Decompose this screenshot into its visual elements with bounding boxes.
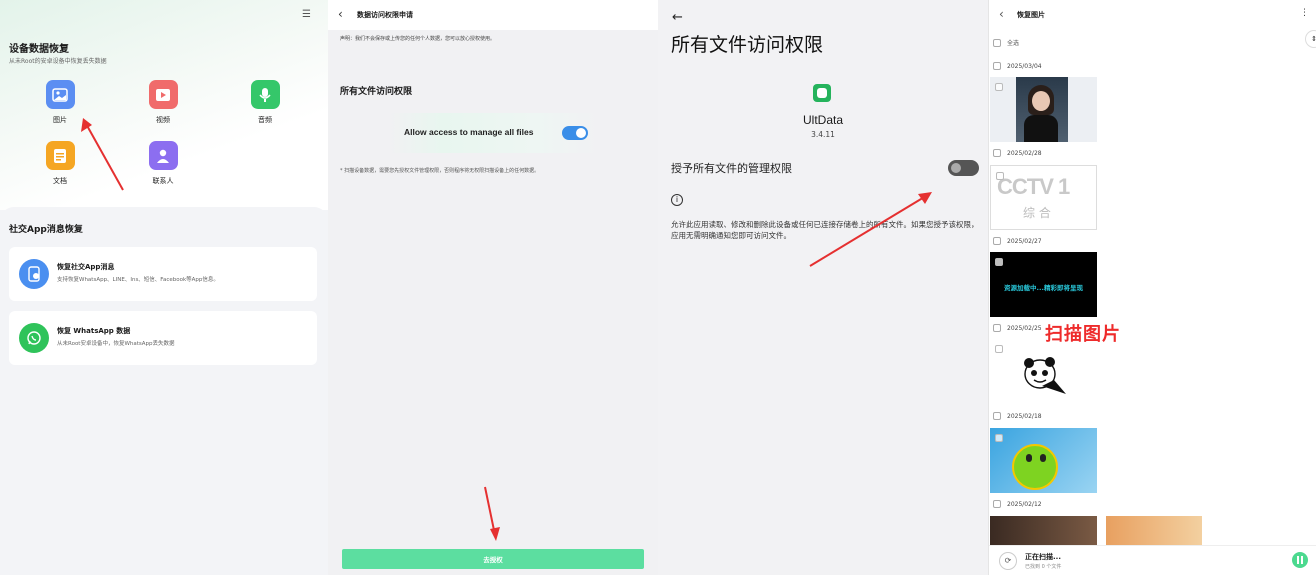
privacy-notice: 声明：我们不会保存或上传您的任何个人数据，您可以放心授权使用。 — [340, 36, 496, 42]
menu-icon[interactable]: ☰ — [302, 9, 314, 20]
back-arrow-icon[interactable]: ← — [672, 10, 683, 25]
permission-description: 允许此应用读取、修改和删除此设备或任何已连接存储卷上的所有文件。如果您授予该权限… — [671, 220, 979, 240]
scan-status-text: 正在扫描... — [1025, 553, 1061, 561]
app-name: UltData — [802, 113, 843, 127]
document-icon — [45, 141, 75, 170]
tile-label: 联系人 — [152, 177, 174, 185]
panda-meme-image — [1024, 357, 1066, 394]
date-group-header[interactable]: 2025/02/25 — [993, 324, 1042, 332]
page-title: 所有文件访问权限 — [671, 34, 824, 56]
permission-note: * 扫描设备数据，需要您先授权文件管理权限，否则程序将无权限扫描设备上的任何数据… — [340, 168, 540, 174]
card-subtitle: 支持恢复WhatsApp、LINE、Ins、短信、Facebook等App信息。 — [57, 277, 219, 283]
tile-images[interactable]: 图片 — [30, 80, 90, 125]
date-checkbox[interactable] — [993, 237, 1001, 245]
select-all-row[interactable]: 全选 — [993, 38, 1019, 47]
date-label: 2025/02/18 — [1007, 412, 1042, 420]
photo-thumbnail[interactable] — [990, 77, 1097, 142]
cctv-logo-text: CCTV 1 — [997, 174, 1070, 199]
scan-status-bar: ⟳ 正在扫描... 已找到 0 个文件 — [989, 545, 1316, 575]
date-group-header[interactable]: 2025/02/12 — [993, 500, 1042, 508]
card-subtitle: 从未Root安卓设备中，恢复WhatsApp丢失数据 — [57, 341, 175, 347]
date-checkbox[interactable] — [993, 324, 1001, 332]
date-checkbox[interactable] — [993, 500, 1001, 508]
back-chevron-icon[interactable]: ‹ — [338, 7, 343, 21]
red-arrow-annotation — [484, 486, 500, 541]
date-group-header[interactable]: 2025/02/27 — [993, 237, 1042, 245]
whatsapp-icon — [19, 323, 49, 353]
grant-permission-label: 授予所有文件的管理权限 — [671, 162, 792, 175]
card-title: 恢复 WhatsApp 数据 — [57, 327, 131, 335]
page-title: 恢复图片 — [1017, 11, 1045, 19]
microphone-icon — [250, 80, 280, 109]
recover-images-panel: ‹ 恢复图片 ⋮ 全选 ⇕ 2025/03/04 2025/02/28 CCTV… — [988, 0, 1316, 575]
photo-checkbox[interactable] — [995, 345, 1003, 353]
select-all-checkbox[interactable] — [993, 38, 1001, 47]
photo-checkbox[interactable] — [995, 83, 1003, 91]
photo-thumbnail[interactable] — [1106, 516, 1202, 546]
photo-thumbnail[interactable] — [990, 516, 1097, 546]
device-section-title: 设备数据恢复 — [9, 44, 69, 55]
date-label: 2025/02/27 — [1007, 237, 1042, 245]
video-icon — [148, 80, 178, 109]
app-icon — [813, 84, 831, 102]
tile-videos[interactable]: 视频 — [133, 80, 193, 125]
tile-label: 音频 — [258, 116, 272, 124]
pause-icon[interactable] — [1292, 552, 1308, 568]
photo-thumbnail[interactable]: 资源加载中...精彩即将呈现 — [990, 252, 1097, 317]
authorize-button[interactable]: 去授权 — [342, 549, 644, 569]
loading-text: 资源加载中...精彩即将呈现 — [1004, 284, 1083, 292]
device-section-subtitle: 从未Root的安卓设备中恢复丢失数据 — [9, 58, 107, 65]
date-label: 2025/02/28 — [1007, 149, 1042, 157]
photo-checkbox[interactable] — [996, 172, 1004, 180]
scan-status-subtext: 已找到 0 个文件 — [1025, 564, 1062, 570]
sort-icon[interactable]: ⇕ — [1305, 30, 1316, 48]
image-icon — [45, 80, 75, 109]
tile-label: 视频 — [156, 116, 170, 124]
card-social-messages[interactable]: 恢复社交App消息 支持恢复WhatsApp、LINE、Ins、短信、Faceb… — [9, 247, 317, 301]
permission-heading: 所有文件访问权限 — [340, 87, 413, 97]
photo-checkbox[interactable] — [995, 258, 1003, 266]
grant-permission-toggle[interactable] — [948, 160, 979, 176]
date-label: 2025/03/04 — [1007, 62, 1042, 70]
chat-app-icon — [19, 259, 49, 289]
spacer — [989, 0, 990, 1]
contact-icon — [148, 141, 178, 170]
more-options-icon[interactable]: ⋮ — [1300, 8, 1309, 18]
permission-request-panel: ‹ 数据访问权限申请 声明：我们不会保存或上传您的任何个人数据，您可以放心授权使… — [328, 0, 658, 575]
date-checkbox[interactable] — [993, 412, 1001, 420]
date-checkbox[interactable] — [993, 62, 1001, 70]
photo-checkbox[interactable] — [995, 434, 1003, 442]
photo-thumbnail[interactable] — [990, 342, 1097, 407]
date-group-header[interactable]: 2025/03/04 — [993, 62, 1042, 70]
cctv-sub-text: 综 合 — [1023, 206, 1051, 220]
system-permission-panel: ← 所有文件访问权限 UltData 3.4.11 授予所有文件的管理权限 i … — [658, 0, 988, 575]
date-checkbox[interactable] — [993, 149, 1001, 157]
tile-contacts[interactable]: 联系人 — [133, 141, 193, 186]
top-bar: ‹ 数据访问权限申请 — [328, 0, 658, 30]
tile-label: 图片 — [53, 116, 67, 124]
tile-audio[interactable]: 音频 — [235, 80, 295, 125]
page-title: 数据访问权限申请 — [357, 11, 413, 19]
allow-access-illustration: Allow access to manage all files — [390, 113, 598, 153]
back-chevron-icon[interactable]: ‹ — [999, 7, 1004, 21]
tile-documents[interactable]: 文档 — [30, 141, 90, 186]
allow-access-label: Allow access to manage all files — [404, 127, 534, 137]
card-whatsapp[interactable]: 恢复 WhatsApp 数据 从未Root安卓设备中，恢复WhatsApp丢失数… — [9, 311, 317, 365]
photo-thumbnail[interactable] — [990, 428, 1097, 493]
social-section-title: 社交App消息恢复 — [9, 225, 83, 235]
scan-progress-icon: ⟳ — [999, 552, 1017, 570]
app-version: 3.4.11 — [811, 130, 835, 139]
date-label: 2025/02/25 — [1007, 324, 1042, 332]
select-all-label: 全选 — [1007, 40, 1020, 47]
tile-label: 文档 — [53, 177, 67, 185]
card-title: 恢复社交App消息 — [57, 263, 115, 271]
device-recovery-panel: ☰ 设备数据恢复 从未Root的安卓设备中恢复丢失数据 图片 视频 音频 文档 … — [0, 0, 328, 575]
date-label: 2025/02/12 — [1007, 500, 1042, 508]
info-icon: i — [671, 194, 683, 206]
photo-thumbnail[interactable]: CCTV 1 综 合 — [990, 165, 1097, 230]
allow-access-toggle — [562, 126, 588, 140]
date-group-header[interactable]: 2025/02/18 — [993, 412, 1042, 420]
date-group-header[interactable]: 2025/02/28 — [993, 149, 1042, 157]
